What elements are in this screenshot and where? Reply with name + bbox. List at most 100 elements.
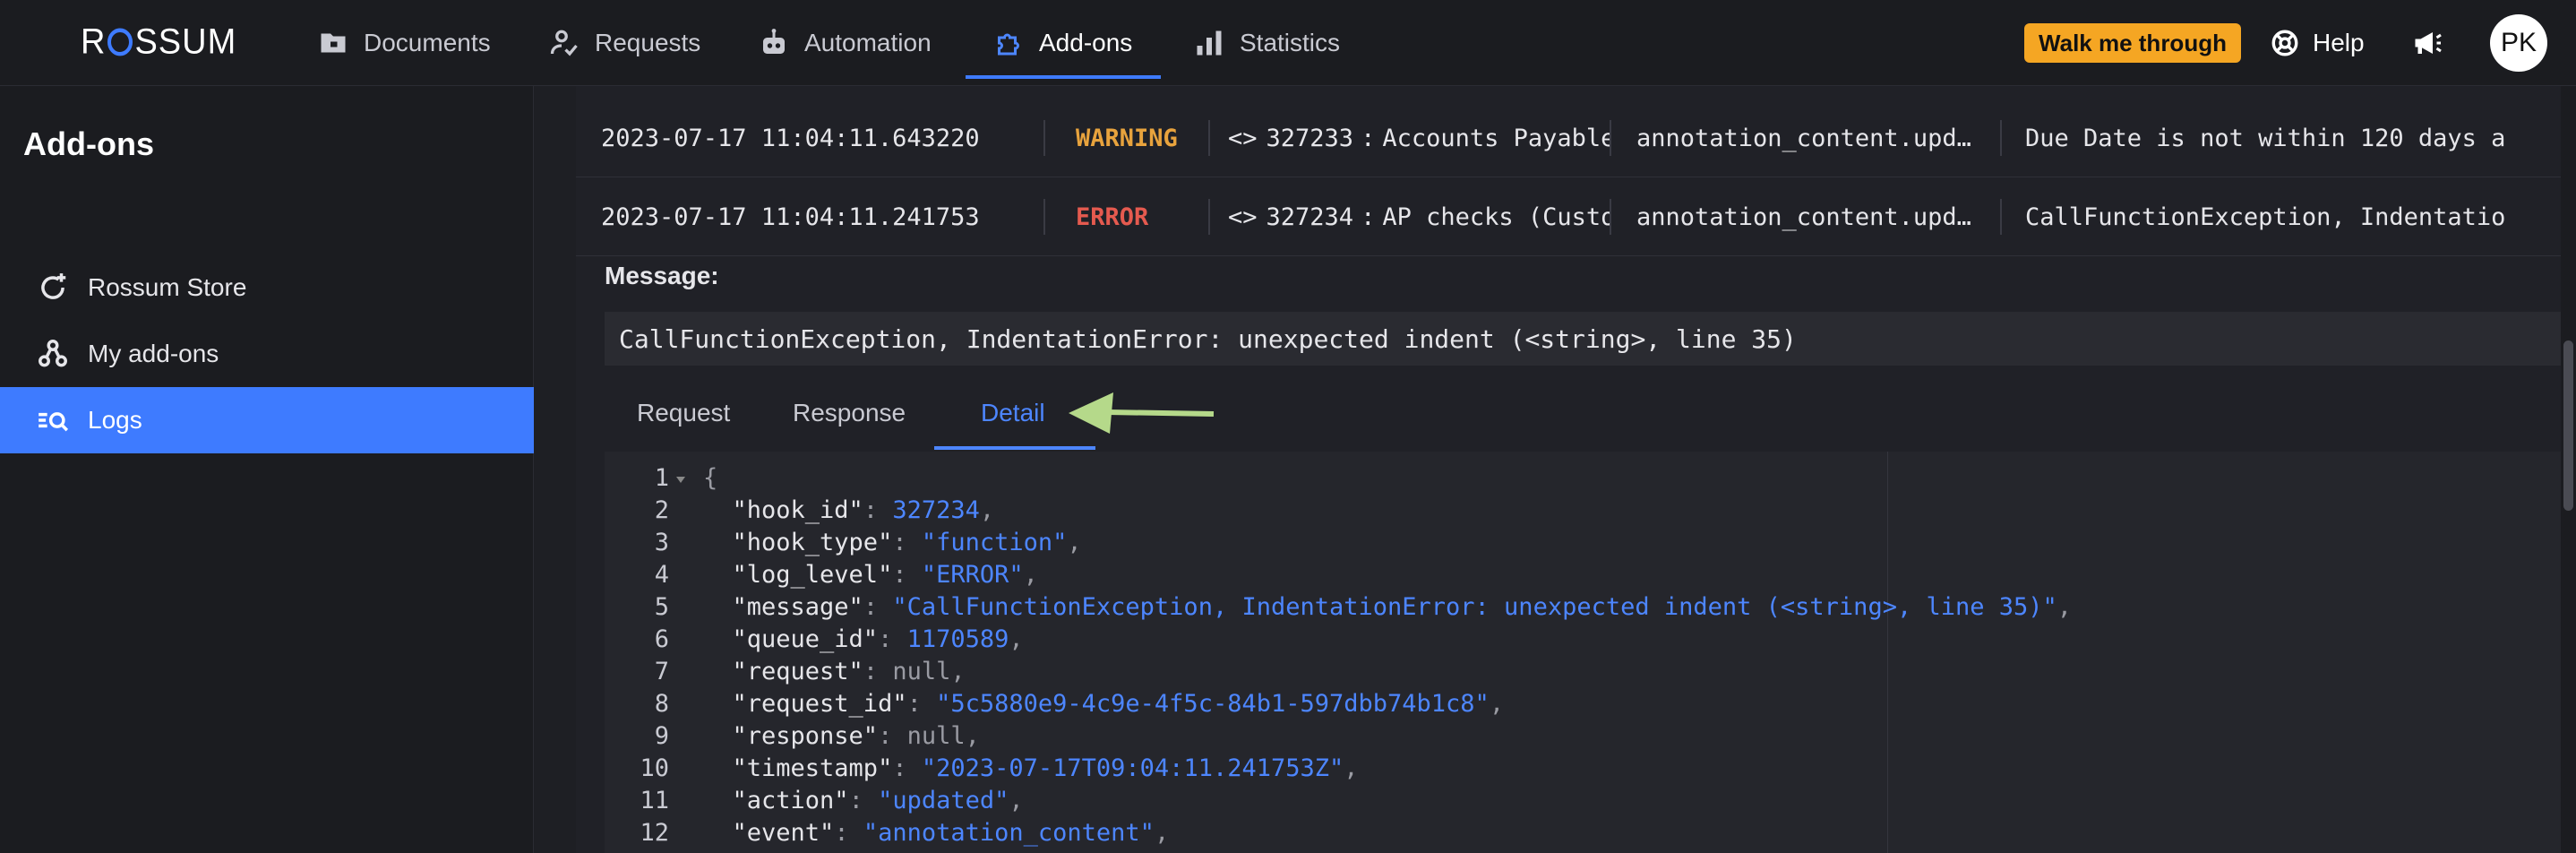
line-number: 2 xyxy=(654,496,669,524)
code-token: , xyxy=(1009,625,1024,653)
annotation-arrow-icon xyxy=(1069,392,1215,434)
logs-panel: 2023-07-17 11:04:11.643220 WARNING <> 32… xyxy=(576,86,2561,853)
nav-requests[interactable]: Requests xyxy=(548,0,700,86)
code-token: "2023-07-17T09:04:11.241753Z" xyxy=(921,754,1344,782)
nav-documents[interactable]: Documents xyxy=(317,0,491,86)
sidebar-item-logs[interactable]: Logs xyxy=(0,387,534,453)
json-code-editor[interactable]: { "hook_id": 327234, "hook_type": "funct… xyxy=(605,452,2561,853)
line-number: 11 xyxy=(640,787,669,814)
help-label: Help xyxy=(2313,29,2365,56)
column-separator xyxy=(2000,199,2002,235)
code-token: , xyxy=(1489,690,1505,718)
line-number: 5 xyxy=(654,593,669,621)
log-timestamp: 2023-07-17 11:04:11.241753 xyxy=(601,202,980,231)
message-value: CallFunctionException, IndentationError:… xyxy=(605,312,2561,366)
user-check-icon xyxy=(550,30,578,56)
log-hook-name: Accounts Payable xyxy=(1382,124,1610,152)
walk-me-through-button[interactable]: Walk me through xyxy=(2024,23,2241,63)
code-token: : xyxy=(892,754,922,782)
code-token: "event" xyxy=(703,819,835,847)
log-message: Due Date is not within 120 days a xyxy=(2025,124,2506,152)
sidebar-item-my-add-ons[interactable]: My add-ons xyxy=(0,321,534,387)
message-label: Message: xyxy=(605,262,719,289)
code-token: , xyxy=(979,496,995,524)
log-event: annotation_content.upd… xyxy=(1636,124,1971,152)
code-token: , xyxy=(1023,561,1038,589)
log-message: CallFunctionException, Indentatio xyxy=(2025,202,2506,231)
log-row[interactable]: 2023-07-17 11:04:11.241753 ERROR <> 3272… xyxy=(576,177,2561,256)
nav-active-underline xyxy=(966,75,1162,79)
code-token: , xyxy=(1067,529,1082,556)
log-row[interactable]: 2023-07-17 11:04:11.643220 WARNING <> 32… xyxy=(576,99,2561,177)
sidebar-title: Add-ons xyxy=(23,125,154,162)
megaphone-icon[interactable] xyxy=(2409,27,2445,59)
code-token: "request" xyxy=(703,658,863,685)
code-icon: <> xyxy=(1228,202,1258,231)
code-token: "hook_id" xyxy=(703,496,863,524)
search-list-icon xyxy=(39,412,69,432)
code-token: "ERROR" xyxy=(921,561,1024,589)
lifebuoy-icon xyxy=(2271,30,2298,56)
nav-statistics[interactable]: Statistics xyxy=(1193,0,1340,86)
line-number: 6 xyxy=(654,625,669,653)
log-hook[interactable]: <> 327234 : AP checks (Custo xyxy=(1228,177,1610,256)
column-separator xyxy=(1208,199,1210,235)
code-token: : xyxy=(878,722,907,750)
code-token: , xyxy=(1009,787,1024,814)
code-token: null xyxy=(906,722,966,750)
fold-chevron-icon[interactable] xyxy=(676,477,685,483)
log-level-warning: WARNING xyxy=(1076,124,1178,152)
log-level-error: ERROR xyxy=(1076,202,1149,231)
code-token: , xyxy=(1344,754,1359,782)
tab-active-underline xyxy=(934,446,1095,450)
code-line: { xyxy=(703,464,717,492)
log-hook[interactable]: <> 327233 : Accounts Payable xyxy=(1228,99,1610,177)
log-hook-id: 327234 xyxy=(1266,202,1354,231)
line-number: 1 xyxy=(654,464,669,492)
code-token: , xyxy=(2057,593,2073,621)
main-content: 2023-07-17 11:04:11.643220 WARNING <> 32… xyxy=(535,86,2561,853)
sidebar-item-label: Rossum Store xyxy=(88,273,247,301)
hook-separator: : xyxy=(1361,124,1376,152)
folder-icon xyxy=(321,33,346,53)
code-token: "action" xyxy=(703,787,849,814)
column-separator xyxy=(1610,199,1611,235)
bar-chart-icon xyxy=(1197,30,1222,56)
nav-requests-label: Requests xyxy=(595,29,701,56)
logo-text: R SSUM xyxy=(81,22,237,62)
code-line: "action": "updated", xyxy=(703,787,1024,814)
refresh-plus-icon xyxy=(41,273,66,299)
code-line: "queue_id": 1170589, xyxy=(703,625,1024,653)
column-separator xyxy=(1043,199,1045,235)
tab-request[interactable]: Request xyxy=(637,376,730,450)
robot-icon xyxy=(763,29,785,54)
user-avatar[interactable]: PK xyxy=(2490,14,2547,72)
code-token: "updated" xyxy=(878,787,1009,814)
nav-automation[interactable]: Automation xyxy=(758,0,932,86)
code-token: : xyxy=(863,593,893,621)
code-token: "timestamp" xyxy=(703,754,893,782)
code-token: { xyxy=(703,464,718,492)
column-separator xyxy=(1610,120,1611,156)
column-separator xyxy=(1208,120,1210,156)
scrollbar-thumb[interactable] xyxy=(2563,340,2573,511)
tab-detail[interactable]: Detail xyxy=(981,376,1045,450)
code-line: "response": null, xyxy=(703,722,980,750)
code-token: : xyxy=(863,658,893,685)
help-button[interactable]: Help xyxy=(2270,0,2365,86)
log-event: annotation_content.upd… xyxy=(1636,202,1971,231)
nav-add-ons[interactable]: Add-ons xyxy=(966,0,1162,86)
code-token: : xyxy=(892,529,922,556)
code-line: "hook_type": "function", xyxy=(703,529,1082,556)
code-icon: <> xyxy=(1228,124,1258,152)
rossum-logo[interactable]: R SSUM xyxy=(81,20,236,65)
tab-response[interactable]: Response xyxy=(793,376,906,450)
sidebar-item-label: Logs xyxy=(88,406,142,434)
print-margin-guide xyxy=(1887,452,1888,853)
sidebar-item-label: My add-ons xyxy=(88,340,219,367)
code-token: 327234 xyxy=(892,496,980,524)
hook-separator: : xyxy=(1361,202,1376,231)
code-token: : xyxy=(892,561,922,589)
sidebar-item-rossum-store[interactable]: Rossum Store xyxy=(0,254,534,321)
line-number: 10 xyxy=(640,754,669,782)
